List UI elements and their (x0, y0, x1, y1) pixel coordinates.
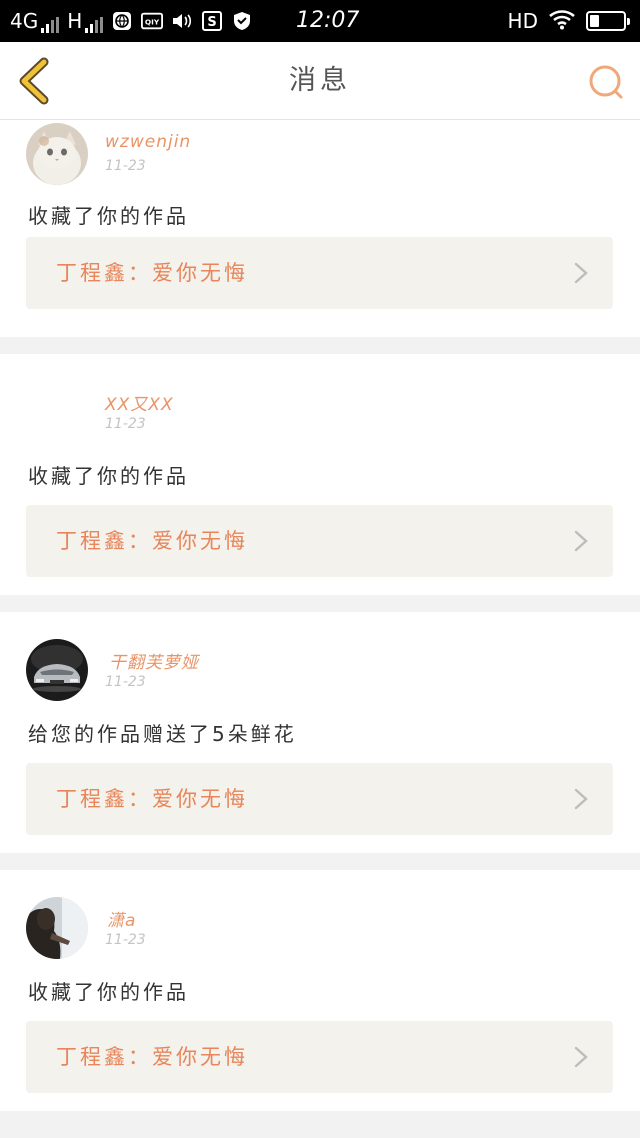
network-type: 4G (10, 9, 39, 33)
signal-icon-2 (85, 17, 104, 33)
username[interactable]: XX又XX (105, 390, 174, 415)
notification-card: 潇a 11-23 收藏了你的作品 丁程鑫：爱你无悔 (0, 870, 640, 1111)
notification-action: 收藏了你的作品 (28, 464, 189, 488)
shield-icon (231, 11, 253, 31)
avatar[interactable] (26, 897, 88, 959)
work-link[interactable]: 丁程鑫：爱你无悔 (26, 763, 613, 835)
work-title: 丁程鑫：爱你无悔 (56, 261, 248, 285)
top-nav-bar: 消息 (0, 42, 640, 120)
avatar-empty[interactable] (26, 370, 88, 432)
page-title: 消息 (289, 65, 351, 96)
avatar[interactable] (26, 123, 88, 185)
work-title: 丁程鑫：爱你无悔 (56, 529, 248, 553)
notification-date: 11-23 (105, 158, 146, 174)
notification-action: 收藏了你的作品 (28, 204, 189, 228)
work-title: 丁程鑫：爱你无悔 (56, 1045, 248, 1069)
work-title: 丁程鑫：爱你无悔 (56, 787, 248, 811)
notification-action: 给您的作品赠送了5朵鲜花 (28, 722, 297, 746)
svg-text:S: S (208, 15, 217, 30)
work-link[interactable]: 丁程鑫：爱你无悔 (26, 505, 613, 577)
username[interactable]: 潇a (107, 906, 136, 931)
notification-card: wzwenjin 11-23 收藏了你的作品 丁程鑫：爱你无悔 (0, 120, 640, 337)
chevron-right-icon (574, 530, 588, 552)
search-icon (589, 65, 623, 99)
signal-icon (41, 17, 60, 33)
notification-action: 收藏了你的作品 (28, 980, 189, 1004)
avatar[interactable] (26, 639, 88, 701)
status-right: HD (507, 0, 630, 42)
search-button[interactable] (586, 62, 626, 102)
wifi-icon (548, 8, 576, 35)
hd-indicator: HD (507, 9, 538, 33)
work-link[interactable]: 丁程鑫：爱你无悔 (26, 1021, 613, 1093)
status-left: 4G H QIY S (10, 0, 253, 42)
username[interactable]: wzwenjin (105, 132, 191, 152)
notification-date: 11-23 (105, 932, 146, 948)
username[interactable]: 干翻芙萝娅 (109, 648, 199, 673)
status-time: 12:07 (296, 8, 360, 33)
battery-icon (586, 11, 630, 31)
chevron-right-icon (574, 788, 588, 810)
work-link[interactable]: 丁程鑫：爱你无悔 (26, 237, 613, 309)
iqiyi-icon: QIY (141, 11, 164, 31)
svg-text:QIY: QIY (145, 18, 160, 27)
chevron-right-icon (574, 262, 588, 284)
notification-card: XX又XX 11-23 收藏了你的作品 丁程鑫：爱你无悔 (0, 354, 640, 595)
notification-list[interactable]: wzwenjin 11-23 收藏了你的作品 丁程鑫：爱你无悔 XX又XX 11… (0, 120, 640, 1138)
volume-icon (171, 11, 193, 31)
chevron-right-icon (574, 1046, 588, 1068)
s-app-icon: S (201, 11, 223, 31)
notification-date: 11-23 (105, 674, 146, 690)
notification-date: 11-23 (105, 416, 146, 432)
status-bar: 4G H QIY S 12:07 HD (0, 0, 640, 42)
globe-icon (111, 11, 133, 31)
network-type-2: H (67, 9, 83, 33)
notification-card: 干翻芙萝娅 11-23 给您的作品赠送了5朵鲜花 丁程鑫：爱你无悔 (0, 612, 640, 853)
